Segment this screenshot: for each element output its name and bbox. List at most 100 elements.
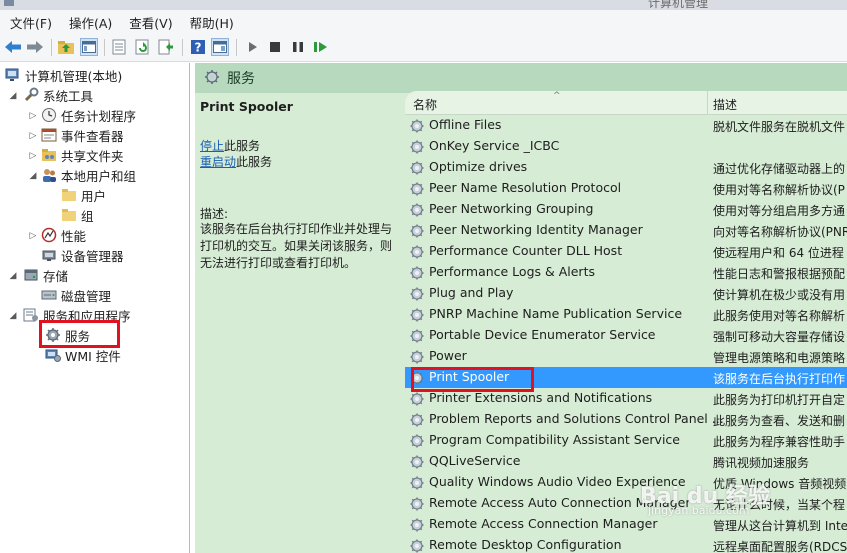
service-gear-icon: [409, 139, 425, 158]
tree-item-label: 任务计划程序: [61, 108, 137, 124]
service-row[interactable]: Power 管理电源策略和电源策略: [405, 346, 847, 367]
expand-icon[interactable]: ▷: [28, 111, 38, 121]
service-description: 该服务在后台执行打印作: [713, 372, 846, 386]
restart-service-link[interactable]: 重启动: [200, 155, 236, 169]
tree-item-label: 共享文件夹: [61, 148, 124, 164]
pause-service-icon[interactable]: [289, 38, 307, 56]
collapse-icon[interactable]: ◢: [8, 271, 18, 281]
forward-icon[interactable]: [26, 38, 44, 56]
service-gear-icon: [409, 412, 425, 431]
service-name: Printer Extensions and Notifications: [429, 390, 653, 405]
service-name: Plug and Play: [429, 285, 514, 300]
tree-item-local-users[interactable]: 本地用户和组: [40, 165, 136, 185]
users-icon: [40, 167, 57, 183]
service-row[interactable]: OnKey Service _ICBC: [405, 136, 847, 157]
expand-icon[interactable]: ▷: [28, 131, 38, 141]
column-desc-header[interactable]: 描述: [713, 96, 737, 113]
service-row[interactable]: Program Compatibility Assistant Service 此…: [405, 430, 847, 451]
disk-icon: [40, 287, 57, 303]
service-row[interactable]: Offline Files 脱机文件服务在脱机文件: [405, 115, 847, 136]
export-list-icon[interactable]: [110, 38, 128, 56]
tree-item-storage[interactable]: 存储: [22, 265, 68, 285]
service-row[interactable]: Performance Logs & Alerts 性能日志和警报根据预配: [405, 262, 847, 283]
stop-service-icon[interactable]: [266, 38, 284, 56]
menu-bar: 文件(F) 操作(A) 查看(V) 帮助(H): [0, 10, 847, 34]
service-row[interactable]: Quality Windows Audio Video Experience 优质…: [405, 472, 847, 493]
service-row[interactable]: Plug and Play 使计算机在极少或没有用: [405, 283, 847, 304]
service-row[interactable]: Peer Networking Grouping 使用对等分组启用多方通: [405, 199, 847, 220]
column-name-header[interactable]: 名称: [413, 96, 437, 113]
menu-file[interactable]: 文件(F): [0, 13, 59, 32]
service-description: 此服务为查看、发送和删: [713, 414, 846, 428]
menu-view[interactable]: 查看(V): [119, 13, 179, 32]
service-row[interactable]: QQLiveService 腾讯视频加速服务: [405, 451, 847, 472]
clock-icon: [40, 107, 57, 123]
service-name: OnKey Service _ICBC: [429, 138, 560, 153]
tree-item-device-manager[interactable]: 设备管理器: [40, 245, 124, 265]
tree-item-label: 设备管理器: [61, 248, 124, 264]
refresh-icon[interactable]: [134, 38, 152, 56]
tree-item-label: 事件查看器: [61, 128, 124, 144]
service-row[interactable]: Peer Name Resolution Protocol 使用对等名称解析协议(…: [405, 178, 847, 199]
service-description: 使用对等名称解析协议(P: [713, 183, 845, 197]
tree-item-system-tools[interactable]: 系统工具: [22, 85, 93, 105]
stop-service-link[interactable]: 停止: [200, 139, 224, 153]
collapse-icon[interactable]: ◢: [8, 91, 18, 101]
menu-action[interactable]: 操作(A): [59, 13, 119, 32]
tree-item-wmi[interactable]: WMI 控件: [44, 345, 121, 365]
service-row[interactable]: Performance Counter DLL Host 使远程用户和 64 位进…: [405, 241, 847, 262]
service-row[interactable]: Peer Networking Identity Manager 向对等名称解析协…: [405, 220, 847, 241]
service-gear-icon: [409, 517, 425, 536]
tree-root[interactable]: 计算机管理(本地): [4, 65, 122, 85]
service-name: Remote Access Connection Manager: [429, 516, 658, 531]
svg-text:?: ?: [195, 41, 202, 55]
tree-item-disk-management[interactable]: 磁盘管理: [40, 285, 111, 305]
highlight-box-services: [39, 320, 120, 348]
column-divider[interactable]: [707, 91, 708, 115]
collapse-icon[interactable]: ◢: [8, 311, 18, 321]
service-row[interactable]: Remote Access Auto Connection Manager 无论什…: [405, 493, 847, 514]
service-description: 向对等名称解析协议(PNR: [713, 225, 847, 239]
start-service-icon[interactable]: [244, 38, 262, 56]
menu-help[interactable]: 帮助(H): [180, 13, 241, 32]
expand-icon[interactable]: ▷: [28, 231, 38, 241]
tree-item-label: WMI 控件: [65, 348, 121, 364]
service-row[interactable]: Portable Device Enumerator Service 强制可移动大…: [405, 325, 847, 346]
service-row[interactable]: Problem Reports and Solutions Control Pa…: [405, 409, 847, 430]
export-icon[interactable]: [157, 38, 175, 56]
help-icon[interactable]: ?: [189, 38, 207, 56]
service-description: 性能日志和警报根据预配: [713, 267, 846, 281]
back-icon[interactable]: [4, 38, 22, 56]
up-folder-icon[interactable]: [57, 38, 75, 56]
properties-icon[interactable]: [211, 38, 229, 56]
service-gear-icon: [409, 265, 425, 284]
service-gear-icon: [409, 433, 425, 452]
tree-item-users[interactable]: 用户: [60, 185, 106, 205]
service-gear-icon: [409, 286, 425, 305]
tree-item-shared-folders[interactable]: 共享文件夹: [40, 145, 124, 165]
service-row[interactable]: Optimize drives 通过优化存储驱动器上的: [405, 157, 847, 178]
service-description: 脱机文件服务在脱机文件: [713, 120, 846, 134]
tools-icon: [22, 87, 39, 103]
event-viewer-icon: [40, 127, 57, 143]
resume-service-icon[interactable]: [312, 38, 330, 56]
folder-icon: [60, 187, 77, 203]
service-name: Problem Reports and Solutions Control Pa…: [429, 411, 724, 426]
collapse-icon[interactable]: ◢: [28, 171, 38, 181]
service-gear-icon: [409, 202, 425, 221]
service-row[interactable]: Remote Desktop Configuration 远程桌面配置服务(RDC…: [405, 535, 847, 553]
toolbar-separator: [104, 39, 105, 56]
tree-item-groups[interactable]: 组: [60, 205, 94, 225]
services-apps-icon: [22, 307, 39, 323]
service-row[interactable]: PNRP Machine Name Publication Service 此服务…: [405, 304, 847, 325]
service-gear-icon: [409, 244, 425, 263]
show-hide-tree-icon[interactable]: [80, 38, 98, 56]
service-row[interactable]: Remote Access Connection Manager 管理从这台计算机…: [405, 514, 847, 535]
expand-icon[interactable]: ▷: [28, 151, 38, 161]
service-gear-icon: [409, 328, 425, 347]
tree-item-task-scheduler[interactable]: 任务计划程序: [40, 105, 136, 125]
service-description: 该服务在后台执行打印作业并处理与打印机的交互。如果关闭该服务，则无法进行打印或查…: [200, 222, 393, 270]
tree-item-event-viewer[interactable]: 事件查看器: [40, 125, 124, 145]
tree-item-performance[interactable]: 性能: [40, 225, 86, 245]
performance-icon: [40, 227, 57, 243]
